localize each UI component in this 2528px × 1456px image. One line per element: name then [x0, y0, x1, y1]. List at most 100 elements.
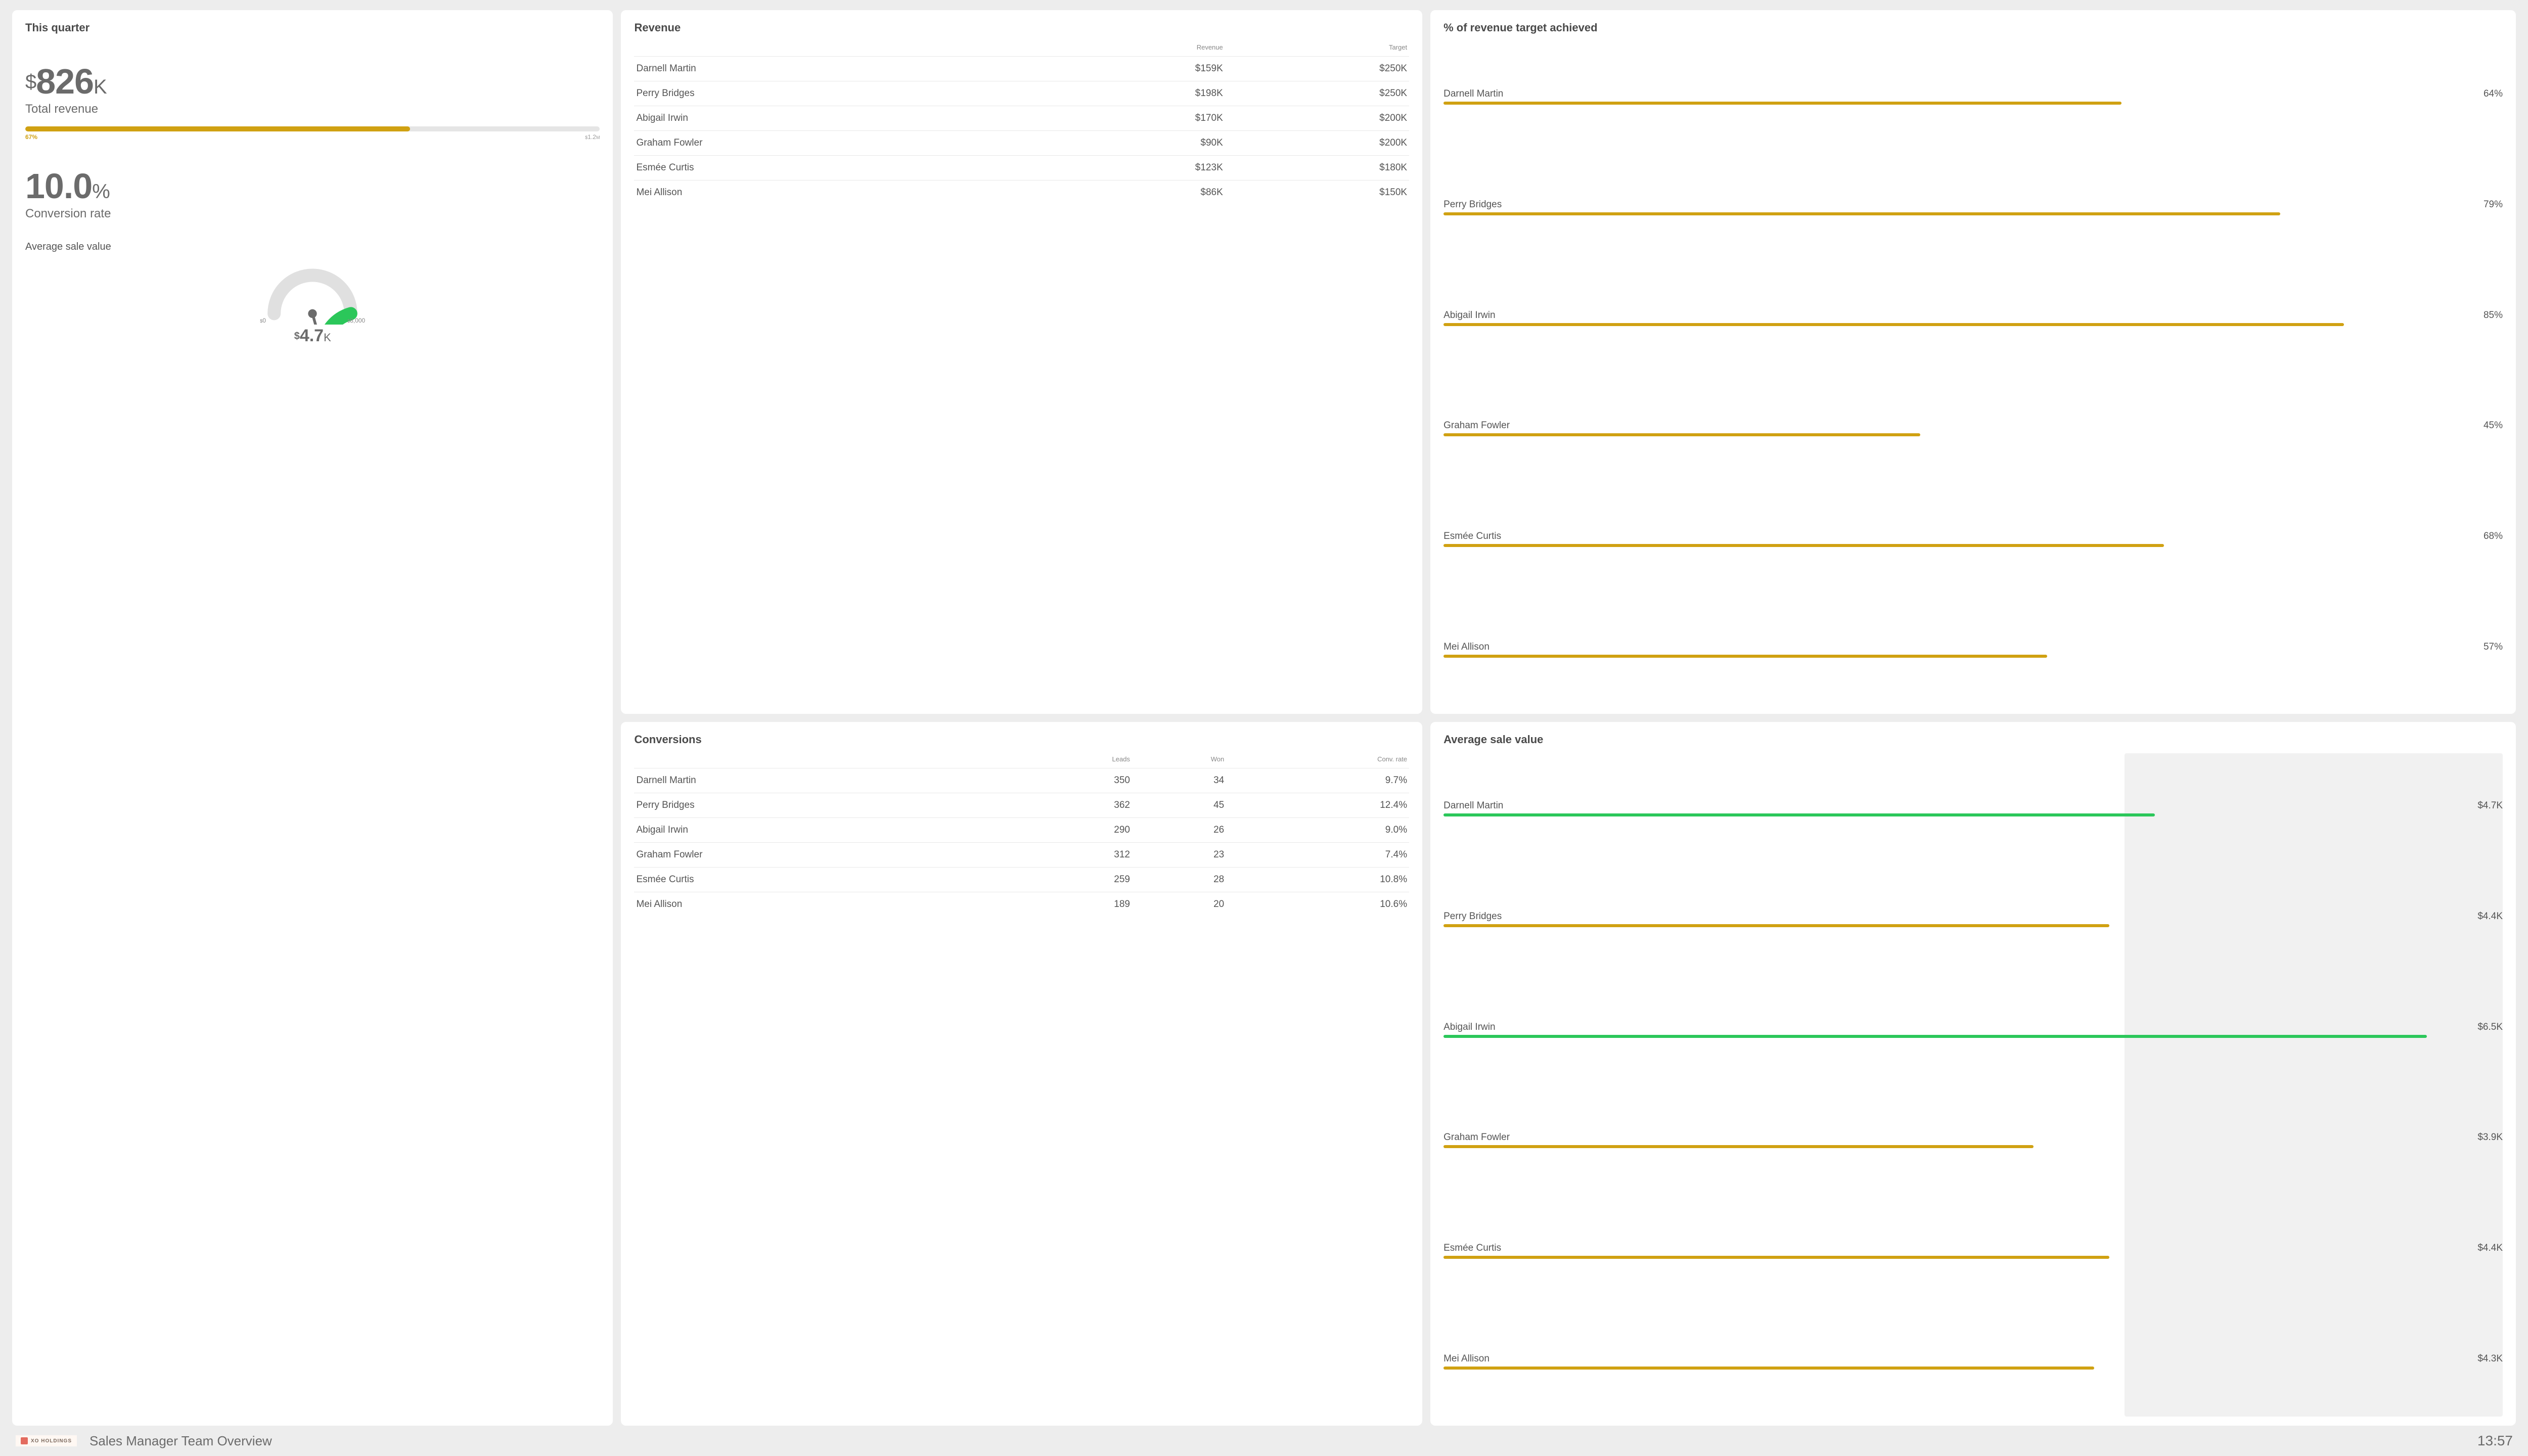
brand-logo: XO HOLDINGS	[15, 1435, 77, 1447]
table-cell: Darnell Martin	[634, 768, 1013, 793]
revenue-title: Revenue	[634, 21, 1409, 34]
bar-row: Abigail Irwin85%	[1443, 310, 2503, 326]
table-row: Graham Fowler$90K$200K	[634, 131, 1409, 156]
table-row: Mei Allison1892010.6%	[634, 892, 1409, 917]
table-cell: $123K	[1041, 156, 1225, 180]
bar-fill	[1443, 1367, 2094, 1370]
revenue-number: 826	[36, 62, 94, 101]
progress-labels: 67% $1.2M	[25, 133, 600, 141]
progress-pct: 67%	[25, 133, 37, 141]
table-cell: $200K	[1225, 131, 1409, 156]
revenue-unit: K	[94, 76, 107, 98]
table-cell: Abigail Irwin	[634, 106, 1041, 131]
total-revenue-value: $826K	[25, 64, 600, 99]
gauge-max: $8,000	[347, 317, 365, 324]
table-row: Perry Bridges$198K$250K	[634, 81, 1409, 106]
bar-track	[1443, 924, 2503, 927]
bar-row: Graham Fowler45%	[1443, 420, 2503, 436]
bar-row-value: $4.3K	[2477, 1353, 2503, 1364]
column-header	[634, 750, 1013, 768]
column-header: Target	[1225, 38, 1409, 57]
bar-row: Esmée Curtis68%	[1443, 531, 2503, 547]
page-title: Sales Manager Team Overview	[89, 1433, 272, 1449]
table-row: Darnell Martin350349.7%	[634, 768, 1409, 793]
table-cell: 350	[1014, 768, 1132, 793]
table-cell: 10.8%	[1226, 868, 1409, 892]
avg-sale-card: Average sale value Darnell Martin$4.7KPe…	[1430, 722, 2516, 1426]
avg-sale-gauge: $0 $8,000 $4.7K	[25, 259, 600, 346]
table-cell: $170K	[1041, 106, 1225, 131]
bar-fill	[1443, 1035, 2427, 1038]
brand-logo-icon	[21, 1437, 28, 1444]
table-cell: 26	[1132, 818, 1226, 843]
bar-row-value: 45%	[2484, 420, 2503, 431]
table-row: Esmée Curtis$123K$180K	[634, 156, 1409, 180]
bar-row-name: Mei Allison	[1443, 642, 1489, 653]
table-cell: 7.4%	[1226, 843, 1409, 868]
conversions-title: Conversions	[634, 733, 1409, 746]
bar-row-value: 85%	[2484, 310, 2503, 321]
bar-row: Graham Fowler $3.9K	[1443, 1132, 2503, 1148]
bar-row-value: $4.4K	[2477, 1243, 2503, 1254]
table-row: Perry Bridges3624512.4%	[634, 793, 1409, 818]
table-cell: $150K	[1225, 180, 1409, 205]
table-cell: 189	[1014, 892, 1132, 917]
table-row: Abigail Irwin$170K$200K	[634, 106, 1409, 131]
bar-row-value: $3.9K	[2477, 1132, 2503, 1143]
bar-row: Darnell Martin64%	[1443, 88, 2503, 105]
table-cell: 20	[1132, 892, 1226, 917]
bar-row-value: 79%	[2484, 199, 2503, 210]
table-cell: 10.6%	[1226, 892, 1409, 917]
revenue-card: Revenue RevenueTarget Darnell Martin$159…	[621, 10, 1422, 714]
bar-fill	[1443, 323, 2344, 326]
bar-track	[1443, 212, 2503, 215]
bar-row-name: Graham Fowler	[1443, 1132, 1510, 1143]
conversion-number: 10.0	[25, 166, 92, 206]
table-row: Darnell Martin$159K$250K	[634, 57, 1409, 81]
bar-track	[1443, 544, 2503, 547]
table-row: Mei Allison$86K$150K	[634, 180, 1409, 205]
table-cell: Perry Bridges	[634, 81, 1041, 106]
dashboard-grid: This quarter $826K Total revenue 67% $1.…	[12, 10, 2516, 1426]
bar-track	[1443, 1256, 2503, 1259]
conversion-value: 10.0%	[25, 168, 600, 204]
table-cell: $198K	[1041, 81, 1225, 106]
bar-track	[1443, 102, 2503, 105]
table-row: Esmée Curtis2592810.8%	[634, 868, 1409, 892]
table-cell: 12.4%	[1226, 793, 1409, 818]
conversion-label: Conversion rate	[25, 207, 600, 221]
bar-row: Mei Allison 57%	[1443, 642, 2503, 658]
bar-row-name: Darnell Martin	[1443, 88, 1503, 100]
bar-row: Mei Allison$4.3K	[1443, 1353, 2503, 1370]
pct-target-card: % of revenue target achieved Darnell Mar…	[1430, 10, 2516, 714]
table-cell: Mei Allison	[634, 180, 1041, 205]
bar-track	[1443, 655, 2503, 658]
avg-sale-bars: Darnell Martin$4.7KPerry Bridges$4.4KAbi…	[1443, 753, 2503, 1417]
progress-fill	[25, 126, 410, 131]
pct-target-title: % of revenue target achieved	[1443, 21, 2503, 34]
table-cell: 9.7%	[1226, 768, 1409, 793]
avg-sale-title: Average sale value	[1443, 733, 2503, 746]
conversion-section: 10.0% Conversion rate	[25, 168, 600, 221]
table-cell: 259	[1014, 868, 1132, 892]
footer: XO HOLDINGS Sales Manager Team Overview …	[12, 1426, 2516, 1451]
bar-track	[1443, 1145, 2503, 1148]
bar-row-name: Esmée Curtis	[1443, 1243, 1501, 1254]
table-cell: Graham Fowler	[634, 843, 1013, 868]
quarter-title: This quarter	[25, 21, 600, 34]
bar-row-name: Perry Bridges	[1443, 911, 1502, 922]
bar-row-value: 57%	[2484, 642, 2503, 653]
table-cell: 23	[1132, 843, 1226, 868]
table-cell: $180K	[1225, 156, 1409, 180]
bar-track	[1443, 433, 2503, 436]
pct-target-bars: Darnell Martin64%Perry Bridges79%Abigail…	[1443, 41, 2503, 705]
table-cell: 9.0%	[1226, 818, 1409, 843]
table-cell: 28	[1132, 868, 1226, 892]
table-cell: Abigail Irwin	[634, 818, 1013, 843]
column-header	[634, 38, 1041, 57]
table-cell: Mei Allison	[634, 892, 1013, 917]
progress-track	[25, 126, 600, 131]
table-row: Abigail Irwin290269.0%	[634, 818, 1409, 843]
revenue-progress: 67% $1.2M	[25, 126, 600, 141]
clock: 13:57	[2477, 1433, 2513, 1449]
